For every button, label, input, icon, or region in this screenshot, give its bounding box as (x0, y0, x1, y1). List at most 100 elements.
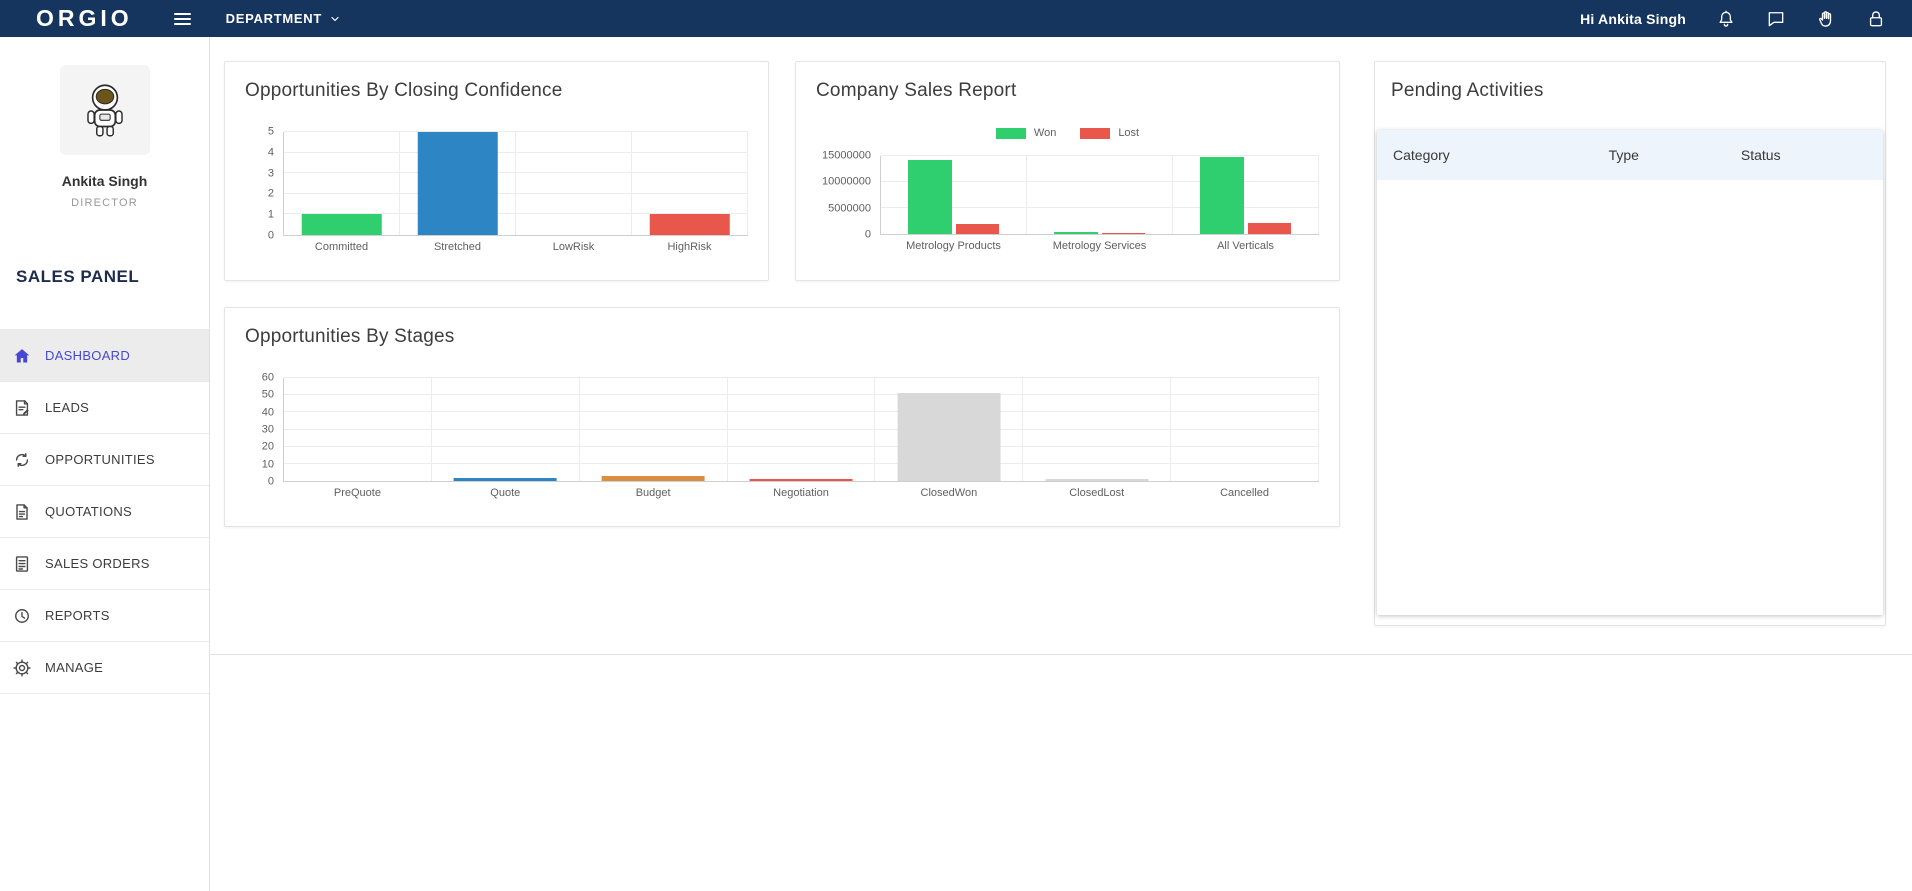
x-tick-label: HighRisk (667, 241, 711, 253)
y-tick-label: 50 (262, 390, 274, 401)
sidebar-item-reports[interactable]: REPORTS (0, 590, 209, 642)
chart-bar (417, 132, 498, 235)
chart-plot: Metrology ProductsMetrology ServicesAll … (880, 156, 1319, 235)
topbar: ORGIO DEPARTMENT Hi Ankita Singh (0, 0, 1912, 37)
chart-plot: CommittedStretchedLowRiskHighRisk (283, 132, 748, 236)
astronaut-avatar-image (72, 77, 138, 143)
sidebar-item-manage[interactable]: MANAGE (0, 642, 209, 694)
reports-clock-icon (12, 606, 32, 626)
chart-bar (956, 224, 1000, 234)
chart-y-axis: 050000001000000015000000 (816, 156, 880, 235)
brand-logo[interactable]: ORGIO (36, 7, 133, 30)
legend-swatch (1080, 128, 1110, 139)
chart-category-Metrology Products: Metrology Products (881, 156, 1027, 234)
sidebar-item-leads[interactable]: LEADS (0, 382, 209, 434)
company-sales-chart: 050000001000000015000000 Metrology Produ… (816, 156, 1319, 235)
closing-confidence-card: Opportunities By Closing Confidence 0123… (224, 61, 769, 281)
y-tick-label: 10000000 (822, 177, 871, 188)
sidebar-item-dashboard[interactable]: DASHBOARD (0, 330, 209, 382)
card-title: Pending Activities (1375, 80, 1885, 102)
x-tick-label: Cancelled (1220, 487, 1269, 499)
stages-chart: 0102030405060 PreQuoteQuoteBudgetNegotia… (245, 378, 1319, 482)
pending-activities-table: Category Type Status (1377, 130, 1883, 615)
y-tick-label: 0 (865, 230, 871, 241)
chart-plot: PreQuoteQuoteBudgetNegotiationClosedWonC… (283, 378, 1319, 482)
leads-document-icon (12, 398, 32, 418)
sidebar-item-label: SALES ORDERS (45, 556, 150, 571)
sidebar-item-sales-orders[interactable]: SALES ORDERS (0, 538, 209, 590)
chart-bar (897, 393, 1000, 481)
closing-confidence-chart: 012345 CommittedStretchedLowRiskHighRisk (245, 132, 748, 236)
chart-category-LowRisk: LowRisk (516, 132, 632, 235)
chart-bar (1200, 157, 1244, 234)
department-label: DEPARTMENT (226, 11, 322, 26)
department-dropdown[interactable]: DEPARTMENT (226, 11, 341, 26)
chart-bar (454, 478, 557, 481)
opportunities-sync-icon (12, 450, 32, 470)
home-icon (12, 346, 32, 366)
sidebar-item-opportunities[interactable]: OPPORTUNITIES (0, 434, 209, 486)
main-content: Opportunities By Closing Confidence 0123… (210, 37, 1912, 655)
chart-category-Negotiation: Negotiation (728, 378, 876, 481)
x-tick-label: All Verticals (1217, 240, 1274, 252)
pending-column: Pending Activities Category Type Status (1374, 61, 1886, 654)
pending-activities-card: Pending Activities Category Type Status (1374, 61, 1886, 626)
y-tick-label: 2 (268, 189, 274, 200)
chart-legend: Won Lost (816, 126, 1319, 140)
chart-category-Committed: Committed (284, 132, 400, 235)
user-role: DIRECTOR (0, 197, 209, 209)
chat-icon[interactable] (1766, 9, 1786, 29)
chart-category-Metrology Services: Metrology Services (1027, 156, 1173, 234)
chart-category-All Verticals: All Verticals (1173, 156, 1319, 234)
lock-icon[interactable] (1866, 9, 1886, 29)
y-tick-label: 30 (262, 425, 274, 436)
card-title: Company Sales Report (816, 80, 1319, 102)
y-tick-label: 5000000 (828, 203, 871, 214)
chart-category-Stretched: Stretched (400, 132, 516, 235)
legend-swatch (996, 128, 1026, 139)
legend-item-Lost[interactable]: Lost (1080, 126, 1139, 140)
y-tick-label: 15000000 (822, 151, 871, 162)
column-header-type: Type (1609, 147, 1741, 163)
chart-bar (602, 476, 705, 481)
y-tick-label: 0 (268, 231, 274, 242)
chart-category-ClosedLost: ClosedLost (1023, 378, 1171, 481)
chart-category-Budget: Budget (580, 378, 728, 481)
card-title: Opportunities By Stages (245, 326, 1319, 348)
legend-item-Won[interactable]: Won (996, 126, 1056, 140)
table-body-empty (1377, 180, 1883, 615)
chart-y-axis: 012345 (245, 132, 283, 236)
y-tick-label: 4 (268, 147, 274, 158)
y-tick-label: 5 (268, 127, 274, 138)
hand-icon[interactable] (1816, 9, 1836, 29)
sidebar-item-label: DASHBOARD (45, 348, 130, 363)
user-greeting: Hi Ankita Singh (1580, 11, 1686, 27)
sidebar-menu: DASHBOARD LEADS OPPORTUNITIES QUOTATIONS… (0, 329, 209, 694)
bell-icon[interactable] (1716, 9, 1736, 29)
sidebar-item-label: LEADS (45, 400, 89, 415)
x-tick-label: Quote (490, 487, 520, 499)
x-tick-label: Metrology Services (1053, 240, 1147, 252)
y-tick-label: 0 (268, 477, 274, 488)
chart-y-axis: 0102030405060 (245, 378, 283, 482)
chart-bar (649, 214, 730, 235)
y-tick-label: 40 (262, 407, 274, 418)
gear-icon (12, 658, 32, 678)
charts-column: Opportunities By Closing Confidence 0123… (224, 61, 1340, 654)
sidebar-item-quotations[interactable]: QUOTATIONS (0, 486, 209, 538)
card-title: Opportunities By Closing Confidence (245, 80, 748, 102)
top-charts-row: Opportunities By Closing Confidence 0123… (224, 61, 1340, 281)
sidebar-item-label: MANAGE (45, 660, 103, 675)
chevron-down-icon (329, 13, 341, 25)
app-shell: Ankita Singh DIRECTOR SALES PANEL DASHBO… (0, 37, 1912, 891)
sidebar: Ankita Singh DIRECTOR SALES PANEL DASHBO… (0, 37, 210, 891)
chart-category-Quote: Quote (432, 378, 580, 481)
chart-bar (1248, 223, 1292, 234)
company-sales-card: Company Sales Report Won Lost 0 5000000 100… (795, 61, 1340, 281)
chart-bar (301, 214, 382, 235)
hamburger-menu-icon[interactable] (171, 10, 194, 28)
chart-category-ClosedWon: ClosedWon (875, 378, 1023, 481)
avatar (60, 65, 150, 155)
table-header-row: Category Type Status (1377, 130, 1883, 180)
quotation-document-icon (12, 502, 32, 522)
